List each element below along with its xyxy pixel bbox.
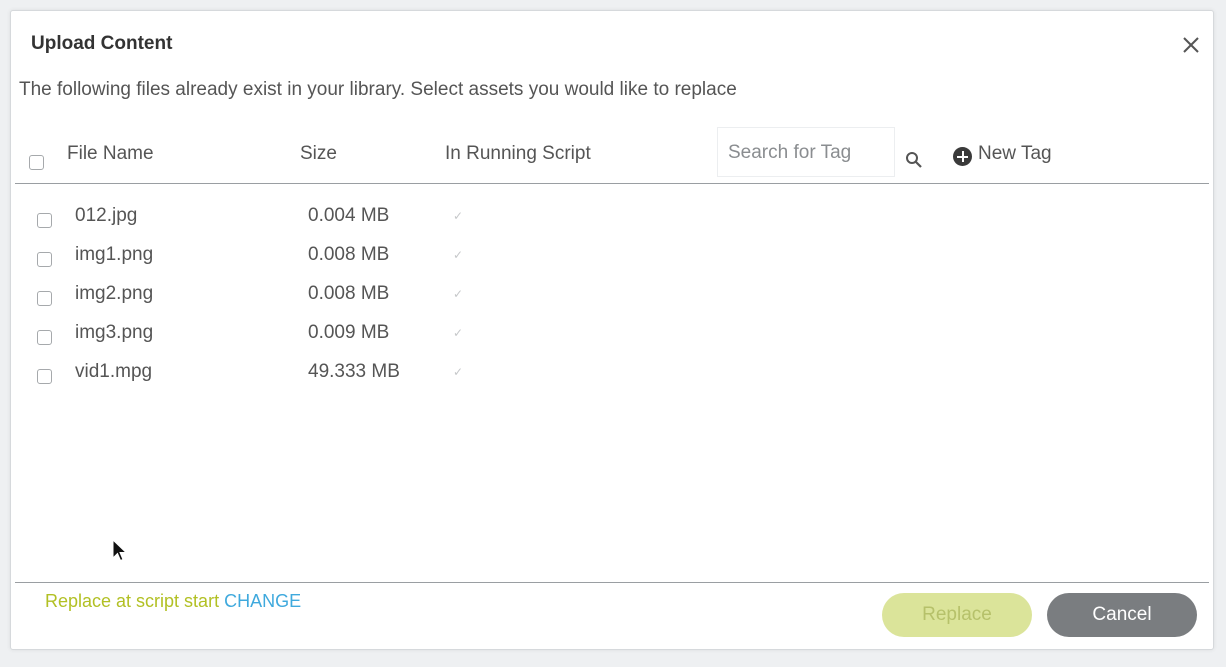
upload-content-dialog: Upload Content The following files alrea…: [10, 10, 1214, 650]
column-in-running-script[interactable]: In Running Script: [445, 143, 591, 165]
file-name: img1.png: [75, 244, 154, 265]
file-size: 49.333 MB: [308, 361, 400, 382]
table-row: vid1.mpg 49.333 MB ✓: [11, 357, 1213, 396]
in-script-check-icon: ✓: [453, 326, 464, 340]
replace-button[interactable]: Replace: [882, 593, 1032, 637]
table-header: File Name Size In Running Script New Tag: [15, 127, 1209, 184]
column-file-name[interactable]: File Name: [67, 143, 154, 165]
row-checkbox[interactable]: [37, 330, 52, 345]
row-checkbox[interactable]: [37, 369, 52, 384]
dialog-title: Upload Content: [31, 33, 173, 54]
file-size: 0.009 MB: [308, 322, 390, 343]
cancel-button[interactable]: Cancel: [1047, 593, 1197, 637]
file-size: 0.004 MB: [308, 205, 390, 226]
row-checkbox[interactable]: [37, 213, 52, 228]
tag-search: [717, 127, 895, 177]
replace-note-text: Replace at script start: [45, 591, 220, 611]
file-size: 0.008 MB: [308, 244, 390, 265]
replace-timing-note: Replace at script start CHANGE: [45, 591, 301, 612]
in-script-check-icon: ✓: [453, 209, 464, 223]
in-script-check-icon: ✓: [453, 287, 464, 301]
dialog-subtitle: The following files already exist in you…: [19, 79, 737, 100]
mouse-cursor-icon: [112, 539, 128, 562]
table-row: 012.jpg 0.004 MB ✓: [11, 201, 1213, 240]
row-checkbox[interactable]: [37, 252, 52, 267]
file-size: 0.008 MB: [308, 283, 390, 304]
column-size[interactable]: Size: [300, 143, 337, 165]
file-name: vid1.mpg: [75, 361, 153, 382]
footer-divider: [15, 582, 1209, 583]
new-tag-label: New Tag: [978, 143, 1052, 164]
table-row: img3.png 0.009 MB ✓: [11, 318, 1213, 357]
select-all-checkbox[interactable]: [29, 155, 44, 170]
plus-circle-icon: [953, 147, 972, 166]
file-name: img3.png: [75, 322, 154, 343]
file-name: img2.png: [75, 283, 154, 304]
tag-search-input[interactable]: [726, 141, 890, 165]
search-icon[interactable]: [905, 151, 923, 169]
in-script-check-icon: ✓: [453, 248, 464, 262]
table-row: img2.png 0.008 MB ✓: [11, 279, 1213, 318]
close-icon[interactable]: [1181, 35, 1201, 55]
table-row: img1.png 0.008 MB ✓: [11, 240, 1213, 279]
row-checkbox[interactable]: [37, 291, 52, 306]
file-name: 012.jpg: [75, 205, 138, 226]
in-script-check-icon: ✓: [453, 365, 464, 379]
change-link[interactable]: CHANGE: [224, 591, 301, 611]
